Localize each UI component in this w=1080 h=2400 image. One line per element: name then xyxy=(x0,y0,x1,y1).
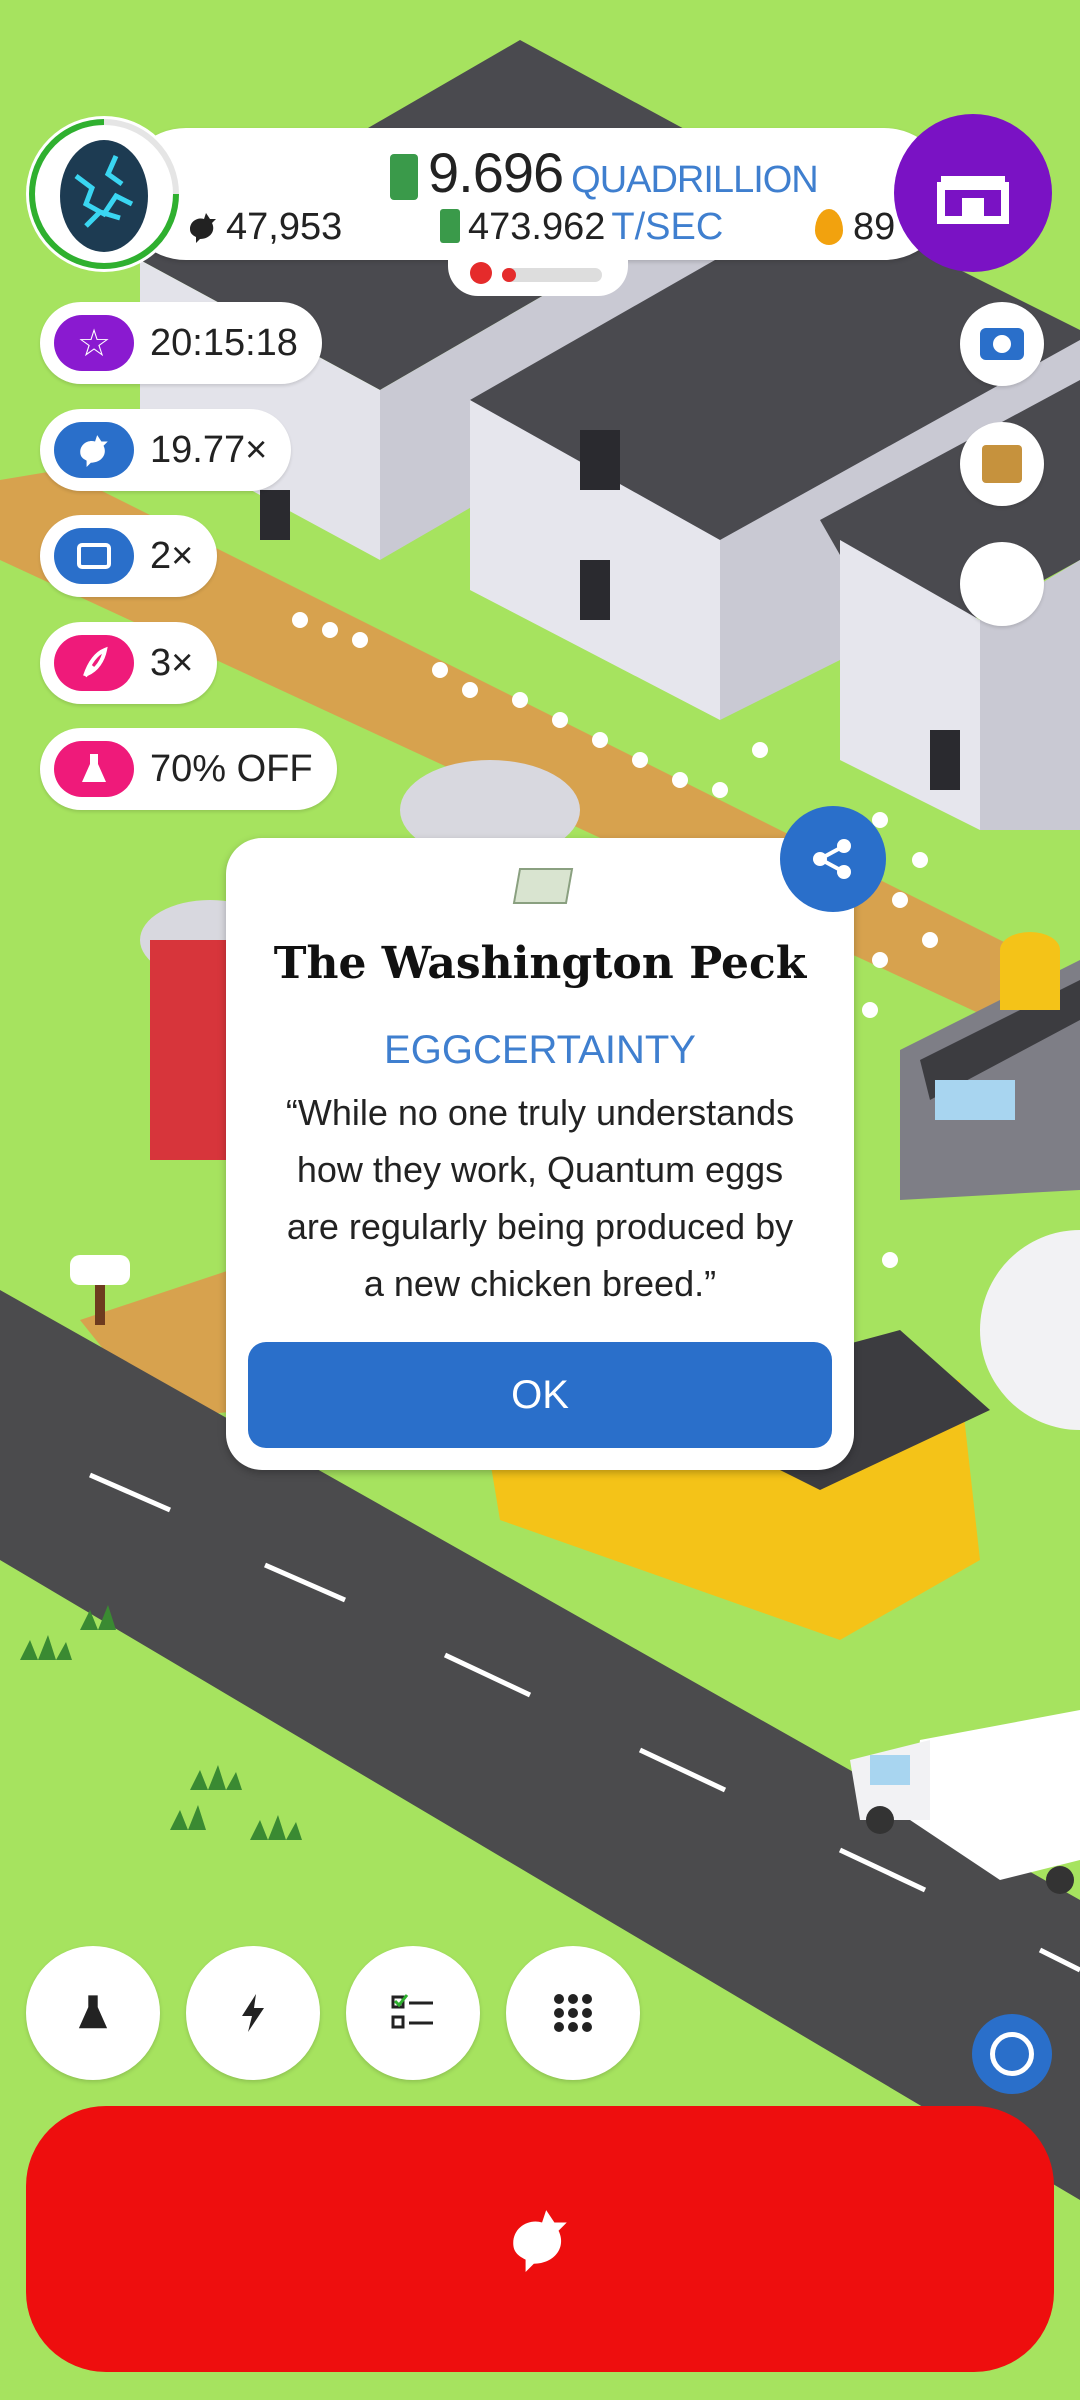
newspaper-icon xyxy=(512,868,574,904)
progress-track xyxy=(502,268,602,282)
golden-egg-count: 89 xyxy=(815,206,895,249)
quantum-egg-icon xyxy=(60,140,148,252)
money-value: 9.696 xyxy=(428,141,564,204)
chicken-red-icon xyxy=(470,262,492,284)
camera-button[interactable] xyxy=(960,302,1044,386)
chicken-icon xyxy=(513,2210,567,2272)
ok-button[interactable]: OK xyxy=(248,1342,832,1448)
chicken-count-value: 47,953 xyxy=(226,206,343,248)
feather-icon xyxy=(54,635,134,691)
golden-egg-icon xyxy=(815,209,843,245)
menu-button[interactable] xyxy=(506,1946,640,2080)
rate-unit: T/SEC xyxy=(611,206,724,248)
cash-icon xyxy=(440,209,460,243)
lightning-icon xyxy=(242,1994,264,2032)
news-headline: EGGCERTAINTY xyxy=(384,1028,696,1072)
empty-side-button[interactable] xyxy=(960,542,1044,626)
checklist-icon xyxy=(391,1994,433,2029)
golden-egg-value: 89 xyxy=(853,206,896,248)
chicken-count: 47,953 xyxy=(186,206,342,249)
publication-name: The Washington Peck xyxy=(273,938,807,989)
research-discount-label: 70% OFF xyxy=(150,747,313,790)
star-icon: ☆ xyxy=(54,315,134,371)
habitat-progress xyxy=(448,256,628,296)
rate-value: 473.962 xyxy=(468,206,606,248)
boost-timer-pill[interactable]: ☆ 20:15:18 xyxy=(40,302,322,384)
flask-icon xyxy=(54,741,134,797)
feather-boost-label: 3× xyxy=(150,641,194,684)
money-display: 9.696 QUADRILLION xyxy=(390,140,819,205)
video-boost-label: 2× xyxy=(150,534,194,577)
grid-menu-icon xyxy=(554,1994,592,2032)
box-icon xyxy=(982,445,1022,483)
egg-button[interactable] xyxy=(26,116,182,272)
camera-mode-button[interactable] xyxy=(972,2014,1052,2094)
chicken-icon xyxy=(54,422,134,478)
progress-fill xyxy=(502,268,516,282)
video-icon xyxy=(54,528,134,584)
cash-icon xyxy=(390,154,418,201)
hatch-chicken-button[interactable] xyxy=(26,2106,1054,2372)
shop-button[interactable] xyxy=(894,114,1052,272)
boost-button[interactable] xyxy=(186,1946,320,2080)
share-button[interactable] xyxy=(780,806,886,912)
shop-icon xyxy=(937,176,1009,224)
camera-icon xyxy=(980,328,1024,360)
missions-button[interactable] xyxy=(346,1946,480,2080)
ok-label: OK xyxy=(511,1372,569,1417)
feather-boost-pill[interactable]: 3× xyxy=(40,622,218,704)
chicken-multiplier-label: 19.77× xyxy=(150,428,268,471)
flask-icon xyxy=(78,1995,108,2029)
news-modal: The Washington Peck EGGCERTAINTY “While … xyxy=(226,838,854,1470)
chicken-multiplier-pill[interactable]: 19.77× xyxy=(40,409,292,491)
boost-timer-label: 20:15:18 xyxy=(150,321,298,364)
money-unit: QUADRILLION xyxy=(571,159,819,201)
gift-box-button[interactable] xyxy=(960,422,1044,506)
egg-progress-ring xyxy=(29,119,179,269)
news-body: “While no one truly understands how they… xyxy=(285,1092,795,1304)
earning-rate: 473.962 T/SEC xyxy=(440,206,723,249)
video-boost-pill[interactable]: 2× xyxy=(40,515,218,597)
share-icon xyxy=(813,839,851,879)
circle-icon xyxy=(990,2032,1034,2076)
chicken-silhouette-icon xyxy=(190,213,216,243)
research-discount-pill[interactable]: 70% OFF xyxy=(40,728,337,810)
research-button[interactable] xyxy=(26,1946,160,2080)
